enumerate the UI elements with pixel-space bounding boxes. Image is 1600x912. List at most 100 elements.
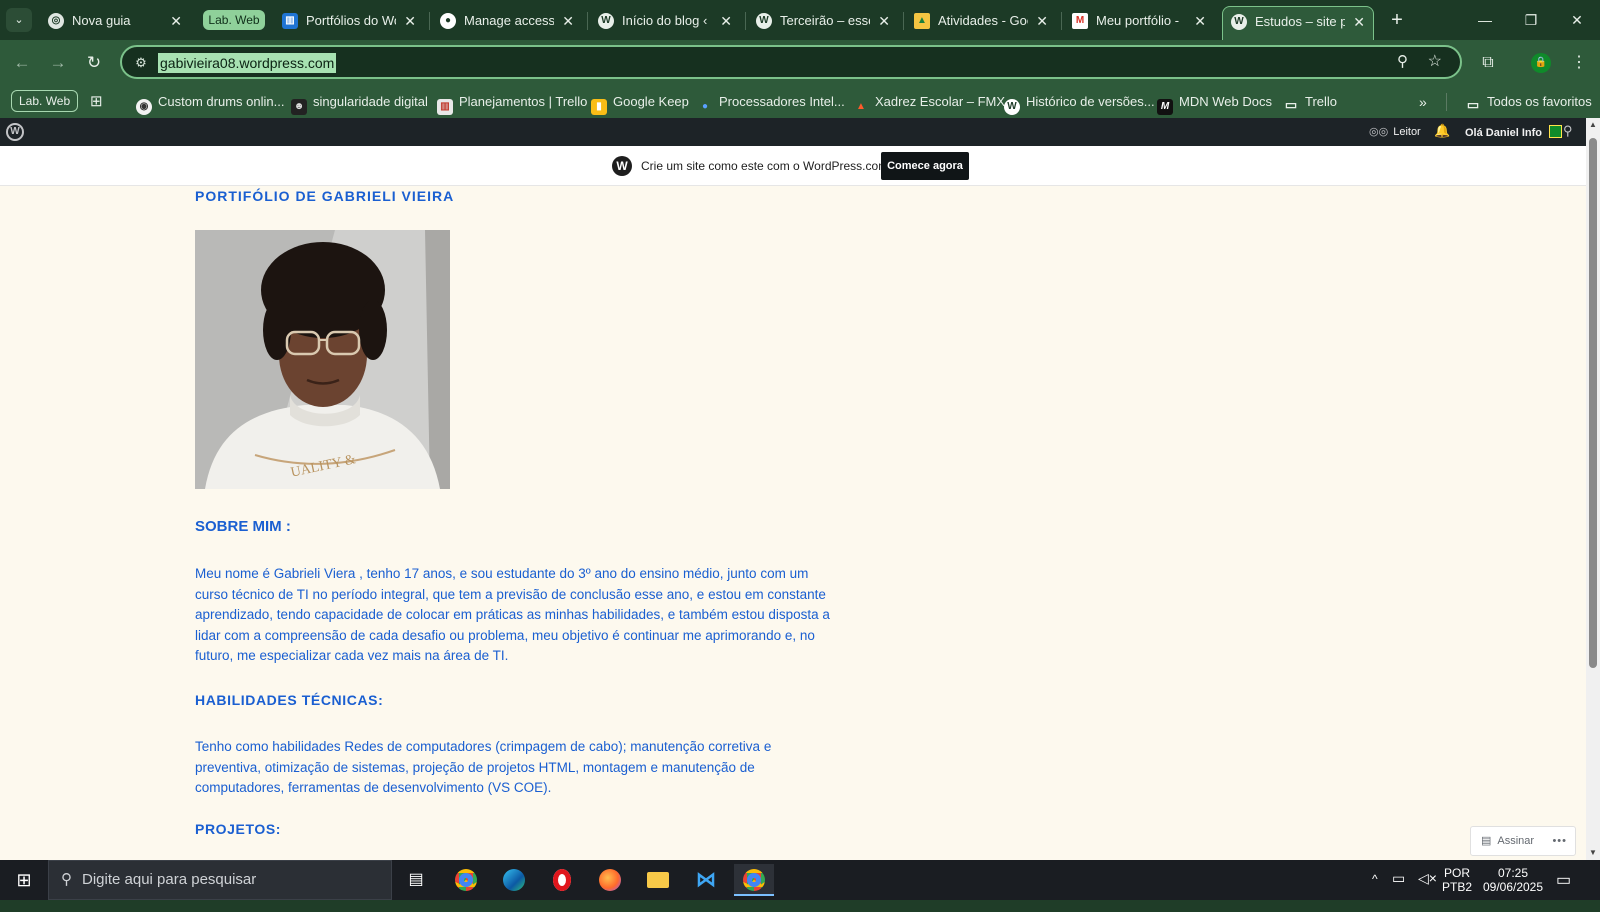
scroll-up-arrow-icon[interactable]: ▲	[1586, 120, 1600, 129]
bookmark-planejamentos[interactable]: ▥ Planejamentos | Trello	[437, 92, 587, 115]
more-bookmarks-chevron-icon[interactable]: »	[1419, 92, 1427, 112]
scroll-down-arrow-icon[interactable]: ▼	[1586, 848, 1600, 857]
bookmark-mdn[interactable]: M MDN Web Docs	[1157, 92, 1272, 115]
browser-toolbar: ← → ↻ ⚙ gabivieira08.wordpress.com ⚲ ☆ ⧉…	[0, 40, 1600, 86]
tab-search-button[interactable]: ⌄	[6, 8, 32, 32]
close-tab-icon[interactable]: ✕	[878, 6, 890, 36]
all-bookmarks-folder[interactable]: ▭ Todos os favoritos	[1465, 92, 1592, 112]
wp-admin-bar: W ◎◎ Leitor 🔔 Olá Daniel Info ⚲	[0, 118, 1586, 146]
tab-terceirao[interactable]: W Terceirão – esse ✕	[748, 6, 898, 36]
tab-separator	[587, 12, 588, 30]
opera-app-icon[interactable]	[542, 864, 582, 896]
close-window-button[interactable]: ✕	[1554, 0, 1600, 40]
bookmark-historico[interactable]: W Histórico de versões...	[1004, 92, 1155, 115]
follow-icon: ▤	[1481, 835, 1492, 847]
search-icon: ⚲	[61, 871, 72, 888]
gmail-icon: M	[1072, 13, 1088, 29]
clock[interactable]: 07:25 09/06/2025	[1480, 866, 1546, 906]
wordpress-logo-icon[interactable]: W	[6, 123, 24, 141]
task-view-icon[interactable]: ▤	[396, 864, 436, 896]
language-indicator[interactable]: POR PTB2	[1442, 866, 1472, 906]
tab-estudos-active[interactable]: W Estudos – site pa ✕	[1222, 6, 1374, 40]
trello-icon: ▥	[437, 99, 453, 115]
tab-separator	[745, 12, 746, 30]
tab-atividades[interactable]: ▲ Atividades - Goo ✕	[906, 6, 1056, 36]
reload-button[interactable]: ↻	[82, 51, 106, 75]
network-icon[interactable]: ▭	[1392, 870, 1405, 910]
get-started-button[interactable]: Comece agora	[881, 152, 969, 180]
profile-avatar[interactable]: 🔒	[1531, 53, 1551, 73]
bookmark-folder-trello[interactable]: ▭ Trello	[1283, 92, 1337, 112]
bookmark-xadrez[interactable]: ▲ Xadrez Escolar – FMX	[853, 92, 1005, 112]
apps-grid-icon[interactable]: ⊞	[90, 92, 103, 112]
close-tab-icon[interactable]: ✕	[1036, 6, 1048, 36]
glasses-icon: ◎◎	[1369, 126, 1389, 138]
close-tab-icon[interactable]: ✕	[562, 6, 574, 36]
bookmark-star-icon[interactable]: ☆	[1428, 51, 1442, 71]
close-tab-icon[interactable]: ✕	[1353, 7, 1365, 37]
volume-muted-icon[interactable]: ◁×	[1418, 870, 1437, 910]
bookmark-intel[interactable]: ● Processadores Intel...	[697, 92, 845, 112]
close-tab-icon[interactable]: ✕	[170, 6, 182, 36]
taskbar-search-box[interactable]: ⚲ Digite aqui para pesquisar	[48, 860, 392, 900]
reader-link[interactable]: ◎◎ Leitor	[1369, 125, 1421, 138]
forward-button[interactable]: →	[46, 51, 70, 75]
tab-inicio-blog[interactable]: W Início do blog ‹ I ✕	[590, 6, 740, 36]
zoom-icon[interactable]: ⚲	[1397, 52, 1408, 70]
wordpress-icon: W	[598, 13, 614, 29]
back-button[interactable]: ←	[10, 51, 34, 75]
intel-icon: ●	[701, 101, 709, 112]
mdn-icon: M	[1157, 99, 1173, 115]
new-tab-button[interactable]: +	[1385, 8, 1409, 32]
tray-chevron-icon[interactable]: ^	[1372, 872, 1378, 912]
extensions-icon[interactable]: ⧉	[1476, 51, 1500, 75]
bookmark-group-chip[interactable]: Lab. Web	[11, 90, 79, 112]
edge-app-icon[interactable]	[494, 864, 534, 896]
close-tab-icon[interactable]: ✕	[404, 6, 416, 36]
tab-manage-access[interactable]: ● Manage access ✕	[432, 6, 582, 36]
site-title[interactable]: PORTIFÓLIO DE GABRIELI VIEIRA	[195, 188, 454, 204]
windows-start-icon[interactable]: ⊞	[0, 860, 48, 900]
chrome-app-icon[interactable]	[446, 864, 486, 896]
close-tab-icon[interactable]: ✕	[720, 6, 732, 36]
folder-icon: ▭	[1284, 97, 1298, 112]
file-explorer-icon[interactable]	[638, 864, 678, 896]
close-tab-icon[interactable]: ✕	[1194, 6, 1206, 36]
account-greeting[interactable]: Olá Daniel Info	[1465, 125, 1563, 139]
bookmark-google-keep[interactable]: ▮ Google Keep	[591, 92, 689, 115]
menu-icon[interactable]: ⋮	[1567, 51, 1591, 75]
firefox-app-icon[interactable]	[590, 864, 630, 896]
url-text[interactable]: gabivieira08.wordpress.com	[158, 53, 337, 73]
chrome-active-app-icon[interactable]	[734, 864, 774, 896]
follow-button[interactable]: ▤ Assinar •••	[1470, 826, 1576, 856]
about-heading: SOBRE MIM :	[195, 518, 291, 535]
address-bar[interactable]: ⚙ gabivieira08.wordpress.com ⚲ ☆	[120, 45, 1462, 79]
bookmarks-bar: Lab. Web ⊞ ◉ Custom drums onlin... ☻ singu…	[0, 86, 1600, 118]
bookmark-singularidade[interactable]: ☻ singularidade digital	[291, 92, 428, 115]
vscode-app-icon[interactable]: ⋈	[686, 864, 726, 896]
bookmarks-divider	[1446, 93, 1447, 111]
bookmark-custom-drums[interactable]: ◉ Custom drums onlin...	[136, 92, 284, 115]
site-info-icon[interactable]: ⚙	[132, 54, 150, 72]
notification-center-icon[interactable]: ▭	[1556, 870, 1571, 910]
projects-heading: PROJETOS:	[195, 821, 282, 837]
github-icon: ●	[440, 13, 456, 29]
folder-icon: ▭	[1466, 97, 1480, 112]
scroll-thumb[interactable]	[1589, 138, 1597, 668]
skills-heading: HABILIDADES TÉCNICAS:	[195, 692, 384, 708]
tab-portfolios[interactable]: ▥ Portfólios do Wo ✕	[274, 6, 424, 36]
minimize-button[interactable]: —	[1462, 0, 1508, 40]
notifications-bell-icon[interactable]: 🔔	[1434, 123, 1450, 139]
page-scrollbar[interactable]: ▲ ▼	[1586, 118, 1600, 860]
portrait-image: UALITY &	[195, 230, 450, 489]
tab-nova-guia[interactable]: ◎ Nova guia ✕	[40, 6, 190, 36]
signup-banner: W Crie um site como este com o WordPress…	[0, 146, 1586, 186]
wordpress-logo-icon: W	[612, 156, 632, 176]
google-drive-icon: ▲	[914, 13, 930, 29]
search-icon[interactable]: ⚲	[1563, 123, 1573, 139]
more-options-icon[interactable]: •••	[1552, 827, 1567, 855]
tab-group-chip[interactable]: Lab. Web	[203, 10, 265, 30]
windows-taskbar: ⊞ ⚲ Digite aqui para pesquisar ▤ ⋈ ^ ▭ ◁×…	[0, 860, 1600, 900]
restore-button[interactable]: ❐	[1508, 0, 1554, 40]
tab-meu-portfolio[interactable]: M Meu portfólio - ✕	[1064, 6, 1214, 36]
